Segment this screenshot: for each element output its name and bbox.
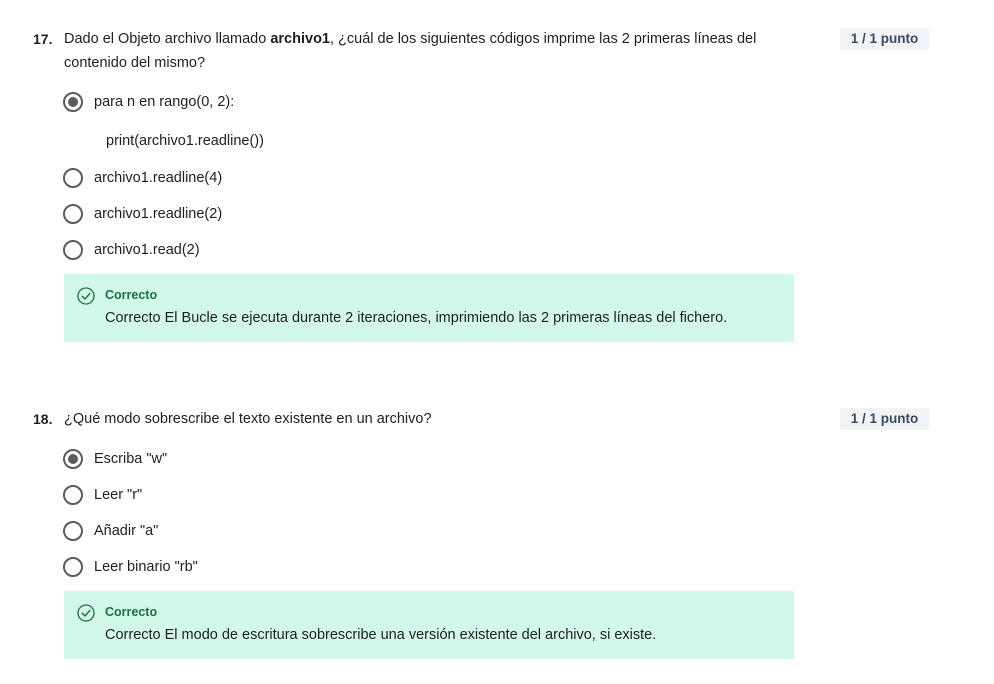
feedback-text: Correcto El Bucle se ejecuta durante 2 i…: [105, 310, 728, 326]
option-label: para n en rango(0, 2):: [94, 94, 235, 110]
option-radio[interactable]: archivo1.read(2): [63, 239, 200, 261]
option-label: archivo1.read(2): [94, 242, 200, 258]
option-radio[interactable]: Leer binario "rb": [63, 556, 198, 578]
radio-icon[interactable]: [63, 240, 83, 260]
question-text: ¿Qué modo sobrescribe el texto existente…: [64, 411, 432, 427]
check-circle-icon: [77, 604, 95, 622]
radio-icon[interactable]: [63, 168, 83, 188]
option-label: Escriba "w": [94, 451, 168, 467]
feedback-text: Correcto El modo de escritura sobrescrib…: [105, 627, 657, 643]
option-label: Añadir "a": [94, 523, 159, 539]
feedback-panel: Correcto Correcto El Bucle se ejecuta du…: [64, 274, 794, 342]
question-number: 18.: [33, 411, 53, 427]
radio-icon[interactable]: [63, 557, 83, 577]
feedback-title: Correcto: [105, 605, 158, 619]
option-radio[interactable]: para n en rango(0, 2):: [63, 91, 234, 113]
option-label: archivo1.readline(4): [94, 170, 223, 186]
points-badge: 1 / 1 punto: [840, 408, 929, 430]
option-radio[interactable]: Añadir "a": [63, 520, 158, 542]
question-text-prefix: Dado el Objeto archivo llamado: [64, 31, 271, 47]
check-circle-icon: [77, 287, 95, 305]
question-number: 17.: [33, 31, 53, 47]
option-code-line: print(archivo1.readline()): [106, 133, 264, 149]
question-text-bold: archivo1: [270, 31, 330, 47]
option-label: Leer "r": [94, 487, 143, 503]
option-label: Leer binario "rb": [94, 559, 198, 575]
option-radio[interactable]: Leer "r": [63, 484, 142, 506]
radio-icon[interactable]: [63, 485, 83, 505]
radio-selected-icon[interactable]: [63, 92, 83, 112]
question-text: Dado el Objeto archivo llamado archivo1,…: [64, 27, 794, 75]
feedback-title: Correcto: [105, 288, 158, 302]
radio-icon[interactable]: [63, 521, 83, 541]
option-radio[interactable]: archivo1.readline(2): [63, 203, 222, 225]
points-badge: 1 / 1 punto: [840, 28, 929, 50]
feedback-panel: Correcto Correcto El modo de escritura s…: [64, 591, 794, 659]
option-radio[interactable]: Escriba "w": [63, 448, 167, 470]
radio-icon[interactable]: [63, 204, 83, 224]
option-label: archivo1.readline(2): [94, 206, 223, 222]
radio-selected-icon[interactable]: [63, 449, 83, 469]
option-radio[interactable]: archivo1.readline(4): [63, 167, 222, 189]
